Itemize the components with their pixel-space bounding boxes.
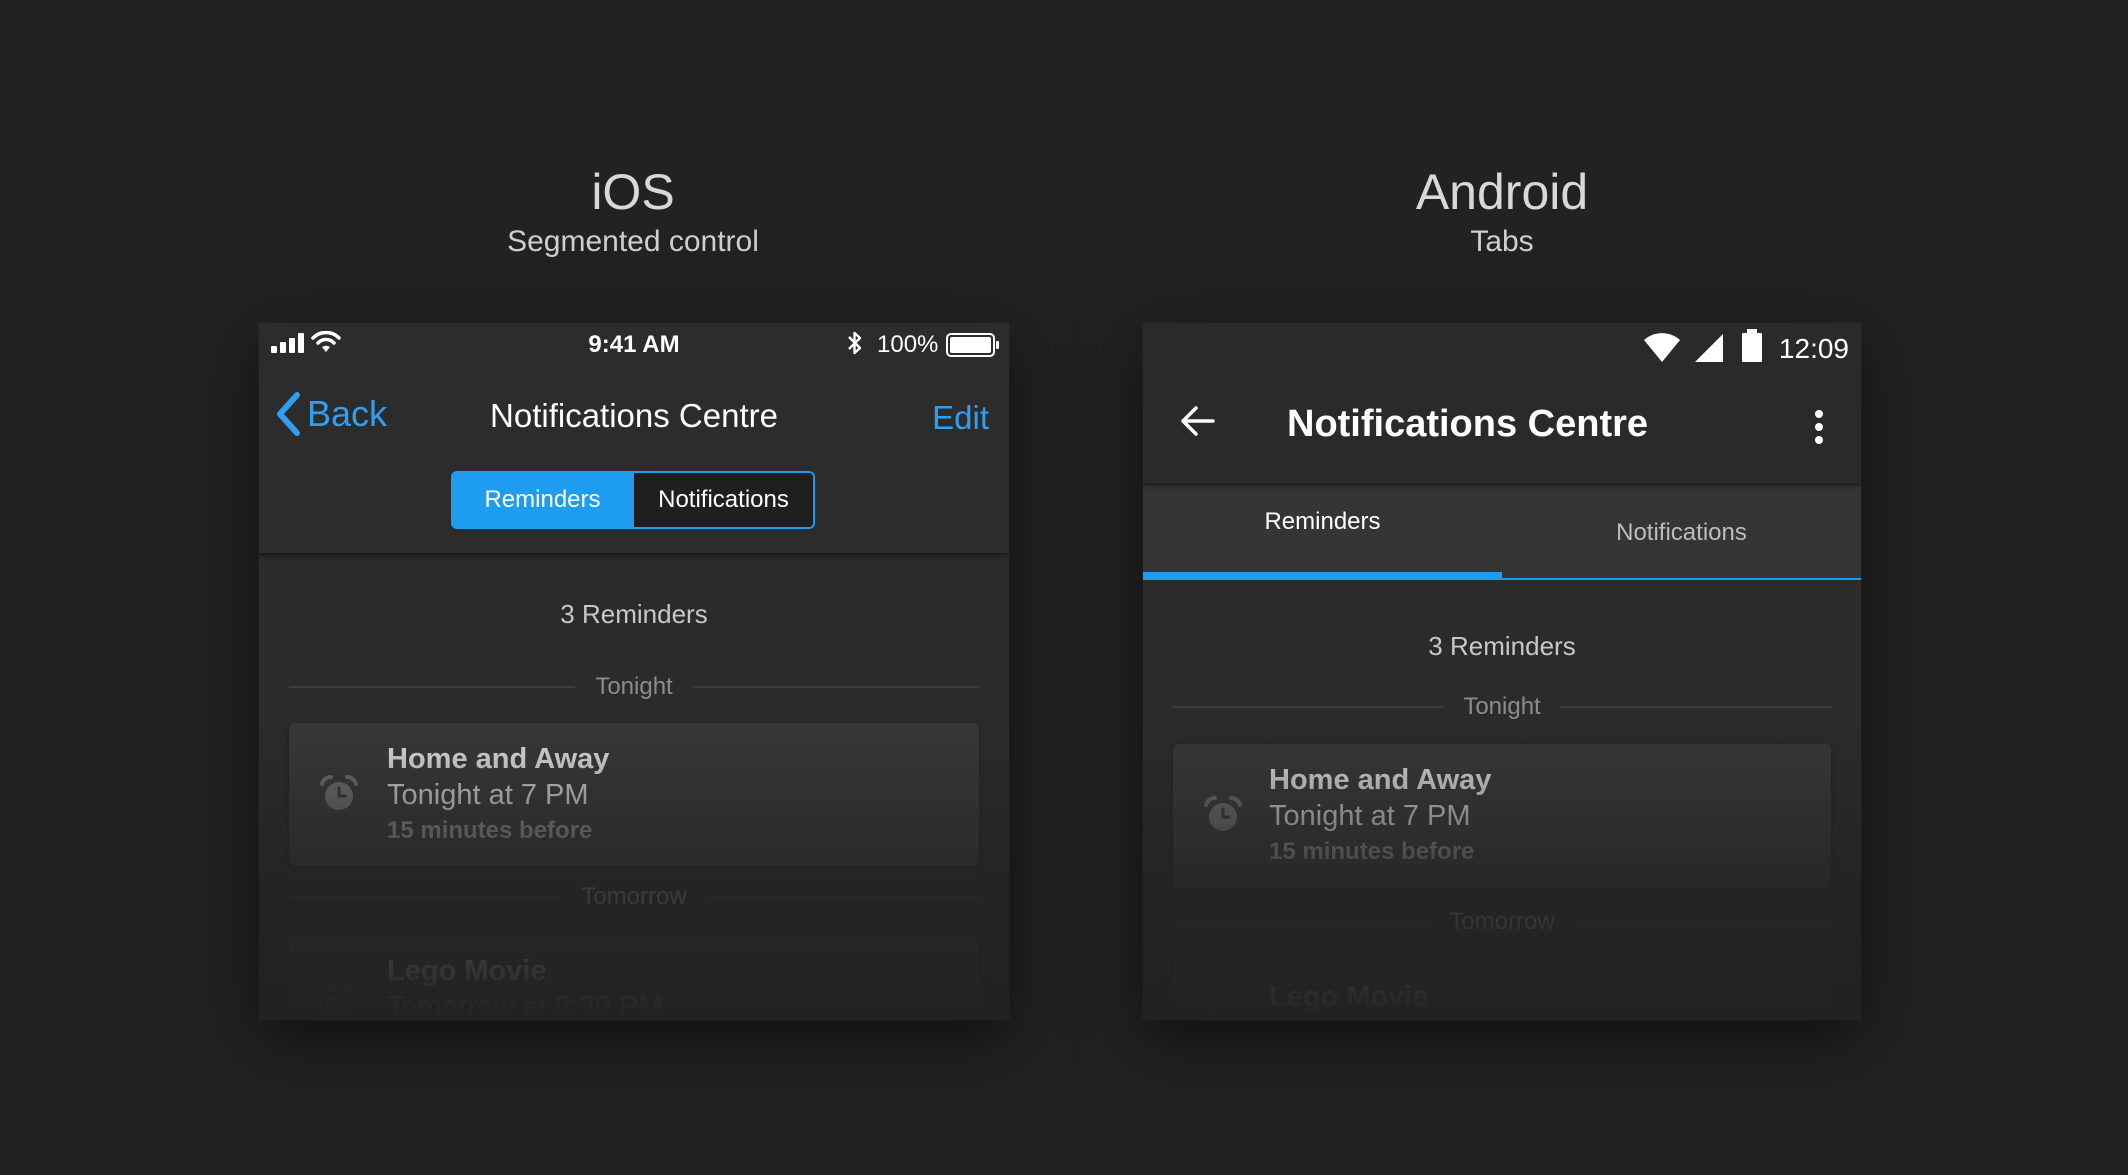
alarm-clock-icon [1204,1013,1242,1020]
cellular-signal-icon [1695,334,1723,362]
more-vert-icon[interactable] [1813,409,1825,445]
reminders-count: 3 Reminders [560,599,708,629]
page-title: Notifications Centre [1287,403,1649,445]
alarm-clock-icon [320,987,358,1020]
tab-bar: Reminders Notifications [1143,486,1861,580]
divider-line [706,896,980,898]
divider-line [1173,921,1430,923]
reminder-time: Tomorrow at 8:30 PM [387,991,663,1020]
android-app-bar: 12:09 Notifications Centre [1143,323,1861,483]
tab-reminders[interactable]: Reminders [1143,486,1502,580]
android-heading-title: Android [1415,164,1589,220]
group-label: Tomorrow [581,883,687,910]
reminder-title: Lego Movie [387,955,547,987]
ios-heading-subtitle: Segmented control [507,225,759,258]
ios-phone-screen: 9:41 AM 100% Back Notifications Centre E… [259,323,1009,1020]
group-label: Tomorrow [1449,908,1555,935]
android-section-heading: Android Tabs [1122,162,1882,262]
reminder-title: Home and Away [387,743,610,775]
ios-status-bar: 9:41 AM 100% [259,323,1009,367]
group-header-tonight: Tonight [1173,693,1832,721]
group-header-tomorrow: Tomorrow [289,883,980,911]
edit-button[interactable]: Edit [932,399,989,437]
android-heading-subtitle: Tabs [1470,225,1534,258]
divider-line [1173,706,1444,708]
group-label: Tonight [595,673,673,700]
tab-notifications[interactable]: Notifications [1502,486,1861,578]
arrow-left-icon[interactable] [1179,405,1215,437]
divider-line [692,686,980,688]
wifi-icon [1644,333,1680,362]
segment-notifications[interactable]: Notifications [632,473,813,527]
reminders-count: 3 Reminders [1428,631,1576,661]
bluetooth-icon [848,331,862,355]
reminder-title: Lego Movie [1269,981,1429,1013]
segmented-control: Reminders Notifications [451,471,815,529]
reminder-card[interactable]: Home and Away Tonight at 7 PM 15 minutes… [1173,744,1831,888]
battery-icon [946,333,999,357]
reminder-card[interactable]: Lego Movie Tomorrow at 8:30 PM [289,935,979,1020]
reminder-time: Tonight at 7 PM [1269,800,1471,832]
divider-line [1574,921,1832,923]
reminder-card[interactable]: Lego Movie [1173,961,1831,1020]
android-status-time: 12:09 [1778,333,1849,364]
ios-heading-title: iOS [591,164,675,220]
group-header-tomorrow: Tomorrow [1173,908,1832,936]
page-title: Notifications Centre [490,397,778,434]
ios-header: 9:41 AM 100% Back Notifications Centre E… [259,323,1009,555]
battery-icon [1742,329,1762,362]
reminder-title: Home and Away [1269,764,1492,796]
divider-line [289,686,576,688]
reminder-time: Tonight at 7 PM [387,779,589,811]
group-header-tonight: Tonight [289,673,980,701]
divider-line [289,896,562,898]
ios-battery-percentage: 100% [877,331,939,358]
group-label: Tonight [1463,693,1541,720]
android-phone-screen: 12:09 Notifications Centre Reminders Not… [1143,323,1861,1020]
segment-reminders[interactable]: Reminders [453,473,632,527]
ios-section-heading: iOS Segmented control [253,162,1013,262]
ios-navigation-bar: Back Notifications Centre Edit [259,367,1009,463]
reminder-note: 15 minutes before [387,817,593,844]
reminder-card[interactable]: Home and Away Tonight at 7 PM 15 minutes… [289,723,979,866]
reminder-note: 15 minutes before [1269,838,1475,865]
alarm-clock-icon [1204,796,1242,831]
alarm-clock-icon [320,775,358,810]
divider-line [1560,706,1832,708]
